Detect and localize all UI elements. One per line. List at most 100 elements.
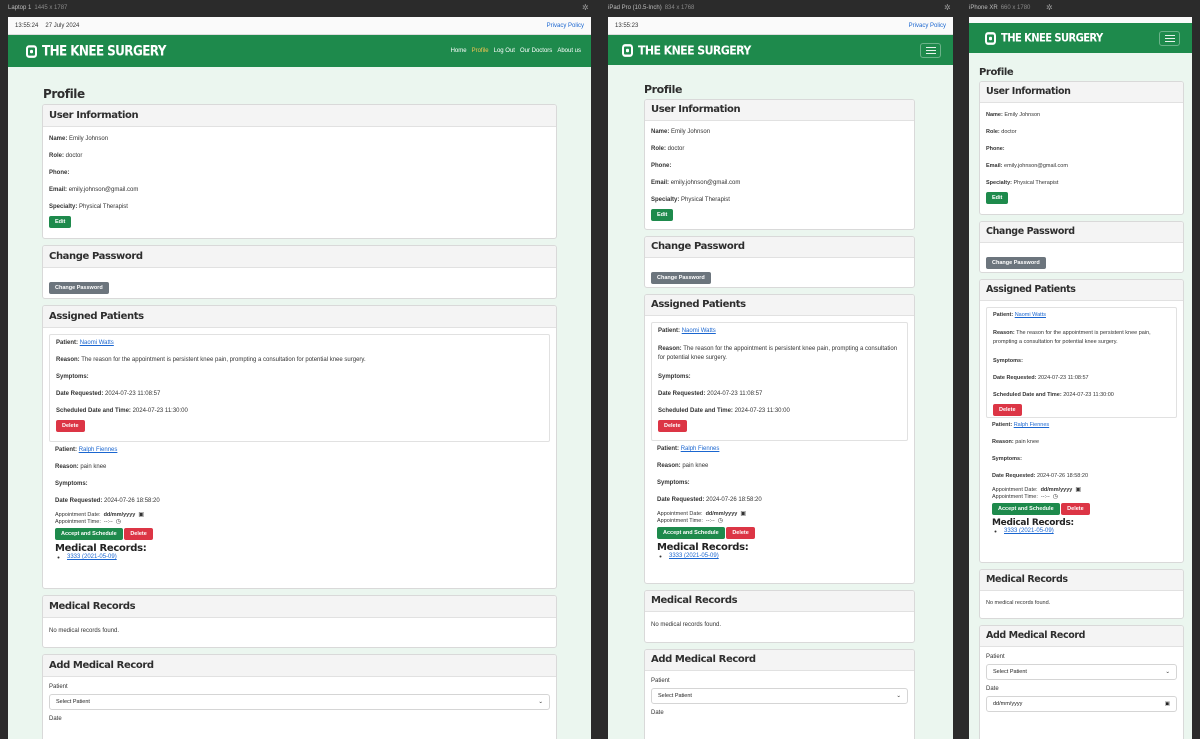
patient-select[interactable]: Select Patient ⌄ (651, 688, 908, 704)
device-label-laptop: Laptop 1 1445 x 1787 (8, 5, 68, 11)
clock-icon[interactable]: ◷ (1053, 493, 1058, 500)
clock-icon[interactable]: ◷ (116, 518, 121, 525)
appointment-time-field[interactable]: Appointment Time: --:-- ◷ (992, 493, 1171, 501)
patient-link[interactable]: Naomi Watts (80, 340, 114, 346)
privacy-policy-link[interactable]: Privacy Policy (547, 23, 584, 29)
patient-link[interactable]: Ralph Fiennes (681, 446, 720, 452)
appointment-date-field[interactable]: Appointment Date: dd/mm/yyyy ▣ (657, 510, 902, 518)
calendar-icon[interactable]: ▣ (1165, 701, 1170, 707)
accept-schedule-button[interactable]: Accept and Schedule (657, 527, 725, 539)
change-password-button[interactable]: Change Password (49, 282, 109, 294)
time: 13:55:24 (15, 22, 39, 29)
chevron-down-icon: ⌄ (538, 699, 543, 705)
appointment-time-field[interactable]: Appointment Time: --:-- ◷ (657, 517, 902, 525)
patient-link[interactable]: Naomi Watts (1015, 312, 1046, 318)
gear-icon[interactable]: ✲ (1046, 3, 1053, 12)
appointment-card: Patient: Naomi Watts Reason: The reason … (651, 322, 908, 441)
gear-icon[interactable]: ✲ (944, 3, 951, 12)
patient-select[interactable]: Select Patient ⌄ (49, 694, 550, 710)
calendar-icon[interactable]: ▣ (740, 510, 746, 517)
specialty-row: Specialty: Physical Therapist (986, 180, 1059, 186)
appointment-card: Patient: Naomi Watts Reason: The reason … (49, 334, 550, 442)
email-row: Email: emily.johnson@gmail.com (651, 180, 741, 186)
card-heading: User Information (980, 82, 1183, 103)
add-medical-record-card: Add Medical Record Patient Select Patien… (42, 654, 557, 739)
card-heading: Medical Records (43, 596, 556, 618)
nav-our-doctors[interactable]: Our Doctors (520, 48, 552, 54)
phone-row: Phone: (986, 146, 1005, 152)
user-info-card: User Information Name: Emily Johnson Rol… (644, 99, 915, 230)
medical-records-subheading: Medical Records: (992, 518, 1074, 528)
assigned-patients-card: Assigned Patients Patient: Naomi Watts R… (42, 305, 557, 589)
nav-profile[interactable]: Profile (472, 48, 489, 54)
card-heading: Change Password (980, 222, 1183, 243)
delete-button[interactable]: Delete (1061, 503, 1090, 515)
status-bar: 13:55:23 Privacy Policy (608, 17, 953, 35)
calendar-icon[interactable]: ▣ (1075, 486, 1081, 493)
delete-button[interactable]: Delete (726, 527, 755, 539)
appointment-card: Patient: Ralph Fiennes Reason: pain knee… (986, 418, 1177, 534)
logo-icon (26, 44, 37, 58)
delete-button[interactable]: Delete (124, 528, 153, 540)
patient-link[interactable]: Ralph Fiennes (1014, 422, 1049, 428)
empty-message: No medical records found. (49, 628, 120, 634)
medical-record-link[interactable]: 3333 (2021-05-09) (669, 553, 719, 559)
assigned-patients-card: Assigned Patients Patient: Naomi Watts R… (644, 294, 915, 584)
page-title: Profile (43, 87, 85, 101)
name-row: Name: Emily Johnson (986, 112, 1041, 118)
nav-logout[interactable]: Log Out (494, 48, 515, 54)
role-row: Role: doctor (986, 129, 1017, 135)
appointment-time-field[interactable]: Appointment Time: --:-- ◷ (55, 518, 544, 526)
chevron-down-icon: ⌄ (1165, 669, 1170, 675)
clock-icon[interactable]: ◷ (718, 517, 723, 524)
navbar: THE KNEE SURGERY (969, 23, 1192, 53)
medical-records-subheading: Medical Records: (55, 543, 147, 554)
empty-message: No medical records found. (986, 600, 1051, 606)
laptop-preview: 13:55:24 27 July 2024 Privacy Policy THE … (8, 17, 591, 739)
accept-schedule-button[interactable]: Accept and Schedule (55, 528, 123, 540)
appointment-date-field[interactable]: Appointment Date: dd/mm/yyyy ▣ (992, 486, 1171, 494)
nav-about[interactable]: About us (557, 48, 581, 54)
delete-button[interactable]: Delete (993, 404, 1022, 416)
date-label: Date (49, 716, 62, 722)
brand-logo[interactable]: THE KNEE SURGERY (26, 43, 166, 59)
medical-record-link[interactable]: 3333 (2021-05-09) (67, 554, 117, 560)
card-heading: Assigned Patients (645, 295, 914, 316)
add-medical-record-card: Add Medical Record Patient Select Patien… (644, 649, 915, 739)
brand-logo[interactable]: THE KNEE SURGERY (985, 31, 1103, 45)
card-heading: Change Password (645, 237, 914, 258)
patient-link[interactable]: Ralph Fiennes (79, 447, 118, 453)
edit-button[interactable]: Edit (651, 209, 674, 221)
gear-icon[interactable]: ✲ (582, 3, 589, 12)
change-password-button[interactable]: Change Password (986, 257, 1046, 269)
appointment-card: Patient: Ralph Fiennes Reason: pain knee… (49, 442, 550, 560)
user-info-card: User Information Name: Emily Johnson Rol… (42, 104, 557, 239)
chevron-down-icon: ⌄ (896, 693, 901, 699)
medical-record-link[interactable]: 3333 (2021-05-09) (1004, 528, 1054, 534)
role-row: Role: doctor (49, 153, 83, 159)
appointment-card: Patient: Naomi Watts Reason: The reason … (986, 307, 1177, 418)
edit-button[interactable]: Edit (49, 216, 72, 228)
delete-button[interactable]: Delete (658, 420, 687, 432)
card-heading: Change Password (43, 246, 556, 268)
iphone-preview: THE KNEE SURGERY Profile User Informatio… (969, 17, 1192, 739)
empty-message: No medical records found. (651, 622, 722, 628)
date-input[interactable]: dd/mm/yyyy ▣ (986, 696, 1177, 712)
nav-home[interactable]: Home (451, 48, 467, 54)
change-password-button[interactable]: Change Password (651, 272, 711, 284)
patient-link[interactable]: Naomi Watts (682, 328, 716, 334)
menu-toggle-icon[interactable] (1159, 30, 1180, 46)
add-medical-record-card: Add Medical Record Patient Select Patien… (979, 625, 1184, 739)
patient-select[interactable]: Select Patient ⌄ (986, 664, 1177, 680)
accept-schedule-button[interactable]: Accept and Schedule (992, 503, 1060, 515)
privacy-policy-link[interactable]: Privacy Policy (909, 23, 946, 29)
calendar-icon[interactable]: ▣ (138, 511, 144, 518)
appointment-date-field[interactable]: Appointment Date: dd/mm/yyyy ▣ (55, 511, 544, 519)
edit-button[interactable]: Edit (986, 192, 1009, 204)
card-heading: Add Medical Record (43, 655, 556, 677)
brand-logo[interactable]: THE KNEE SURGERY (622, 43, 751, 57)
menu-toggle-icon[interactable] (920, 42, 941, 58)
change-password-card: Change Password Change Password (979, 221, 1184, 273)
patient-label: Patient (986, 654, 1005, 660)
delete-button[interactable]: Delete (56, 420, 85, 432)
